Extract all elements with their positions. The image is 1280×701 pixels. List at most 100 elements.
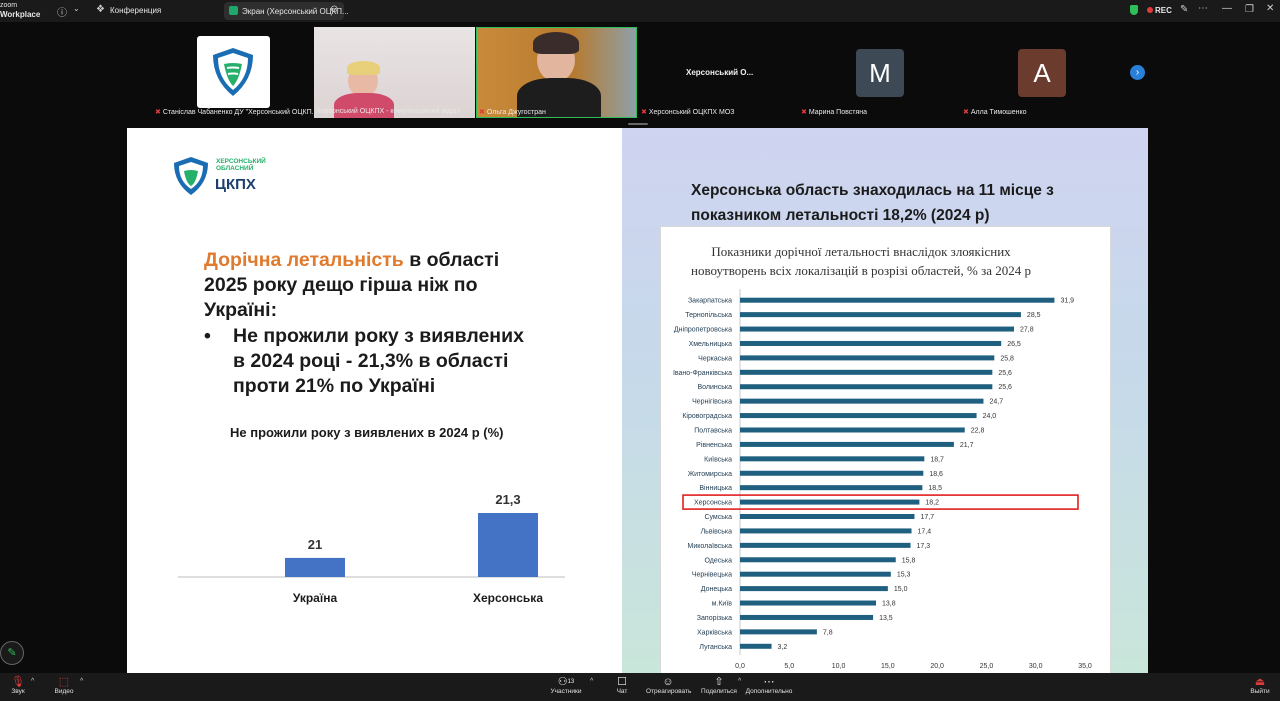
video-options-caret[interactable]: ^ — [80, 678, 83, 685]
participant-tile-name[interactable]: Херсонський О... — [686, 68, 753, 77]
bar-value-label: 17,3 — [917, 543, 931, 550]
participants-button[interactable]: ⚇13 Участники — [548, 676, 584, 695]
shield-icon[interactable] — [1130, 5, 1138, 15]
region-label: Рівненська — [696, 441, 732, 449]
people-icon: ⚇13 — [557, 676, 575, 688]
region-label: Чернівецька — [692, 571, 732, 579]
participant-name: ✖ Херсонський ОЦКПХ МОЗ — [641, 109, 735, 116]
bar — [740, 398, 984, 404]
x-tick-label: 25,0 — [980, 663, 994, 670]
meeting-controls-bar: 🎙 Звук ^ ⬚ Видео ^ ⚇13 Участники ^ ☐ Чат… — [0, 673, 1280, 701]
restore-icon[interactable]: ❐ — [1245, 4, 1254, 15]
mic-muted-icon: ✖ — [641, 109, 647, 116]
participant-avatar[interactable]: M — [856, 49, 904, 97]
participants-group-icon: ❖ — [96, 4, 105, 15]
horizontal-bar-chart: 0,0 5,0 10,0 15,0 20,0 25,0 30,0 35,0 Закарпатсь… — [673, 289, 1092, 670]
region-label: Житомирська — [688, 471, 732, 478]
bar — [740, 571, 891, 577]
minimize-icon[interactable]: — — [1222, 3, 1232, 14]
region-label: Кіровоградська — [682, 412, 732, 420]
region-label: Тернопільська — [685, 311, 732, 319]
tab-screen-share[interactable]: Экран (Херсонський ОЦКП... — [224, 2, 349, 20]
region-label: Чернігівська — [692, 398, 732, 406]
logo-text: ЦКПХ — [215, 176, 256, 193]
chevron-down-icon[interactable]: ⌄ — [73, 4, 80, 13]
share-screen-icon: ⇧ — [714, 676, 724, 688]
tab-meeting[interactable]: Конференция — [110, 6, 161, 15]
bar-value-label: 18,6 — [929, 471, 943, 478]
mic-muted-icon: ✖ — [963, 109, 969, 116]
bar-value-label: 24,0 — [983, 413, 997, 420]
participant-video-tile[interactable] — [314, 27, 475, 118]
audio-options-caret[interactable]: ^ — [31, 678, 34, 685]
mic-muted-icon: ✖ — [479, 109, 485, 116]
title-bar: zoom Workplace ⓘ ⌄ ❖ Конференция Экран (… — [0, 0, 1280, 22]
annotation-pencil-button[interactable]: ✎ — [0, 641, 24, 665]
record-dot-icon — [1147, 7, 1153, 13]
region-label: Дніпропетровська — [674, 326, 732, 334]
emoji-icon: ☺ — [662, 676, 674, 688]
close-icon[interactable]: ✕ — [1266, 3, 1274, 14]
bar-value-label: 7,8 — [823, 629, 833, 636]
chat-button[interactable]: ☐ Чат — [610, 676, 634, 695]
react-button[interactable]: ☺ Отреагировать — [646, 676, 691, 695]
participant-name: ✖ Станіслав Чабаненко ДУ "Херсонський ОЦК… — [155, 109, 318, 116]
bar-value-label: 18,7 — [930, 456, 944, 463]
bar-value-label: 3,2 — [778, 644, 788, 651]
info-icon[interactable]: ⓘ — [57, 4, 67, 19]
leave-icon: ⏏ — [1254, 676, 1266, 688]
participant-name: Херсонський ОЦКПХ - комунікаційний відді… — [316, 108, 461, 115]
bar — [740, 629, 817, 635]
participant-name: ✖ Ольга Джугостран — [479, 109, 546, 116]
x-tick-label: 20,0 — [930, 663, 944, 670]
share-button[interactable]: ⇧ Поделиться — [700, 676, 738, 695]
chat-icon: ☐ — [617, 676, 627, 688]
audio-button[interactable]: 🎙 Звук — [6, 676, 30, 695]
x-tick-label: 10,0 — [832, 663, 846, 670]
bar-value-label: 18,5 — [928, 485, 942, 492]
participant-video-tile-active[interactable] — [476, 27, 637, 118]
bar — [740, 600, 877, 606]
share-options-caret[interactable]: ^ — [738, 678, 741, 685]
next-participants-button[interactable]: › — [1130, 65, 1145, 80]
options-icon[interactable]: ⋯ — [1198, 3, 1208, 14]
mic-muted-icon: 🎙 — [11, 676, 25, 688]
mic-muted-icon: ✖ — [155, 109, 161, 116]
bar — [740, 499, 920, 505]
bar — [740, 470, 924, 476]
bar-value-label: 18,2 — [925, 500, 939, 507]
shield-logo-icon — [213, 48, 253, 96]
bar — [740, 312, 1021, 318]
x-tick-label: 30,0 — [1029, 663, 1043, 670]
x-tick-label: 35,0 — [1078, 663, 1092, 670]
bar — [285, 557, 345, 577]
region-chart-panel: Показники дорічної летальності внаслідок… — [660, 226, 1111, 675]
participants-options-caret[interactable]: ^ — [590, 678, 593, 685]
rec-label[interactable]: REC — [1155, 6, 1172, 15]
bar — [740, 427, 965, 433]
participant-avatar[interactable]: A — [1018, 49, 1066, 97]
bar — [740, 514, 915, 520]
x-tick-label: 0,0 — [735, 663, 745, 670]
video-button[interactable]: ⬚ Видео — [52, 676, 76, 695]
annotate-icon[interactable]: ✎ — [1180, 4, 1188, 15]
region-label: Львівська — [701, 527, 733, 535]
participant-name: ✖ Марина Повстяна — [801, 109, 868, 116]
leave-button[interactable]: ⏏ Выйти — [1248, 676, 1272, 695]
more-button[interactable]: ⋯ Дополнительно — [745, 676, 793, 695]
bar-value-label: 21,3 — [495, 492, 520, 507]
slide-left-panel: ХЕРСОНСЬКИЙ ОБЛАСНИЙ ЦКПХ Дорічна летальн… — [127, 128, 622, 673]
region-chart-title: Показники дорічної летальності внаслідок… — [691, 244, 1031, 278]
bar — [740, 355, 995, 361]
slide-heading: Дорічна летальність в області 2025 року … — [204, 249, 500, 321]
app-brand: zoom Workplace — [0, 2, 41, 19]
bar — [740, 384, 993, 390]
region-label: Волинська — [697, 384, 732, 391]
category-label: Україна — [293, 591, 338, 605]
more-icon[interactable]: ⊖ — [330, 4, 338, 15]
person-hair — [533, 32, 579, 54]
category-label: Херсонська — [473, 591, 543, 605]
strip-resize-handle[interactable] — [628, 123, 648, 125]
bar-value-label: 13,5 — [879, 615, 893, 622]
participant-tile[interactable] — [197, 36, 270, 108]
